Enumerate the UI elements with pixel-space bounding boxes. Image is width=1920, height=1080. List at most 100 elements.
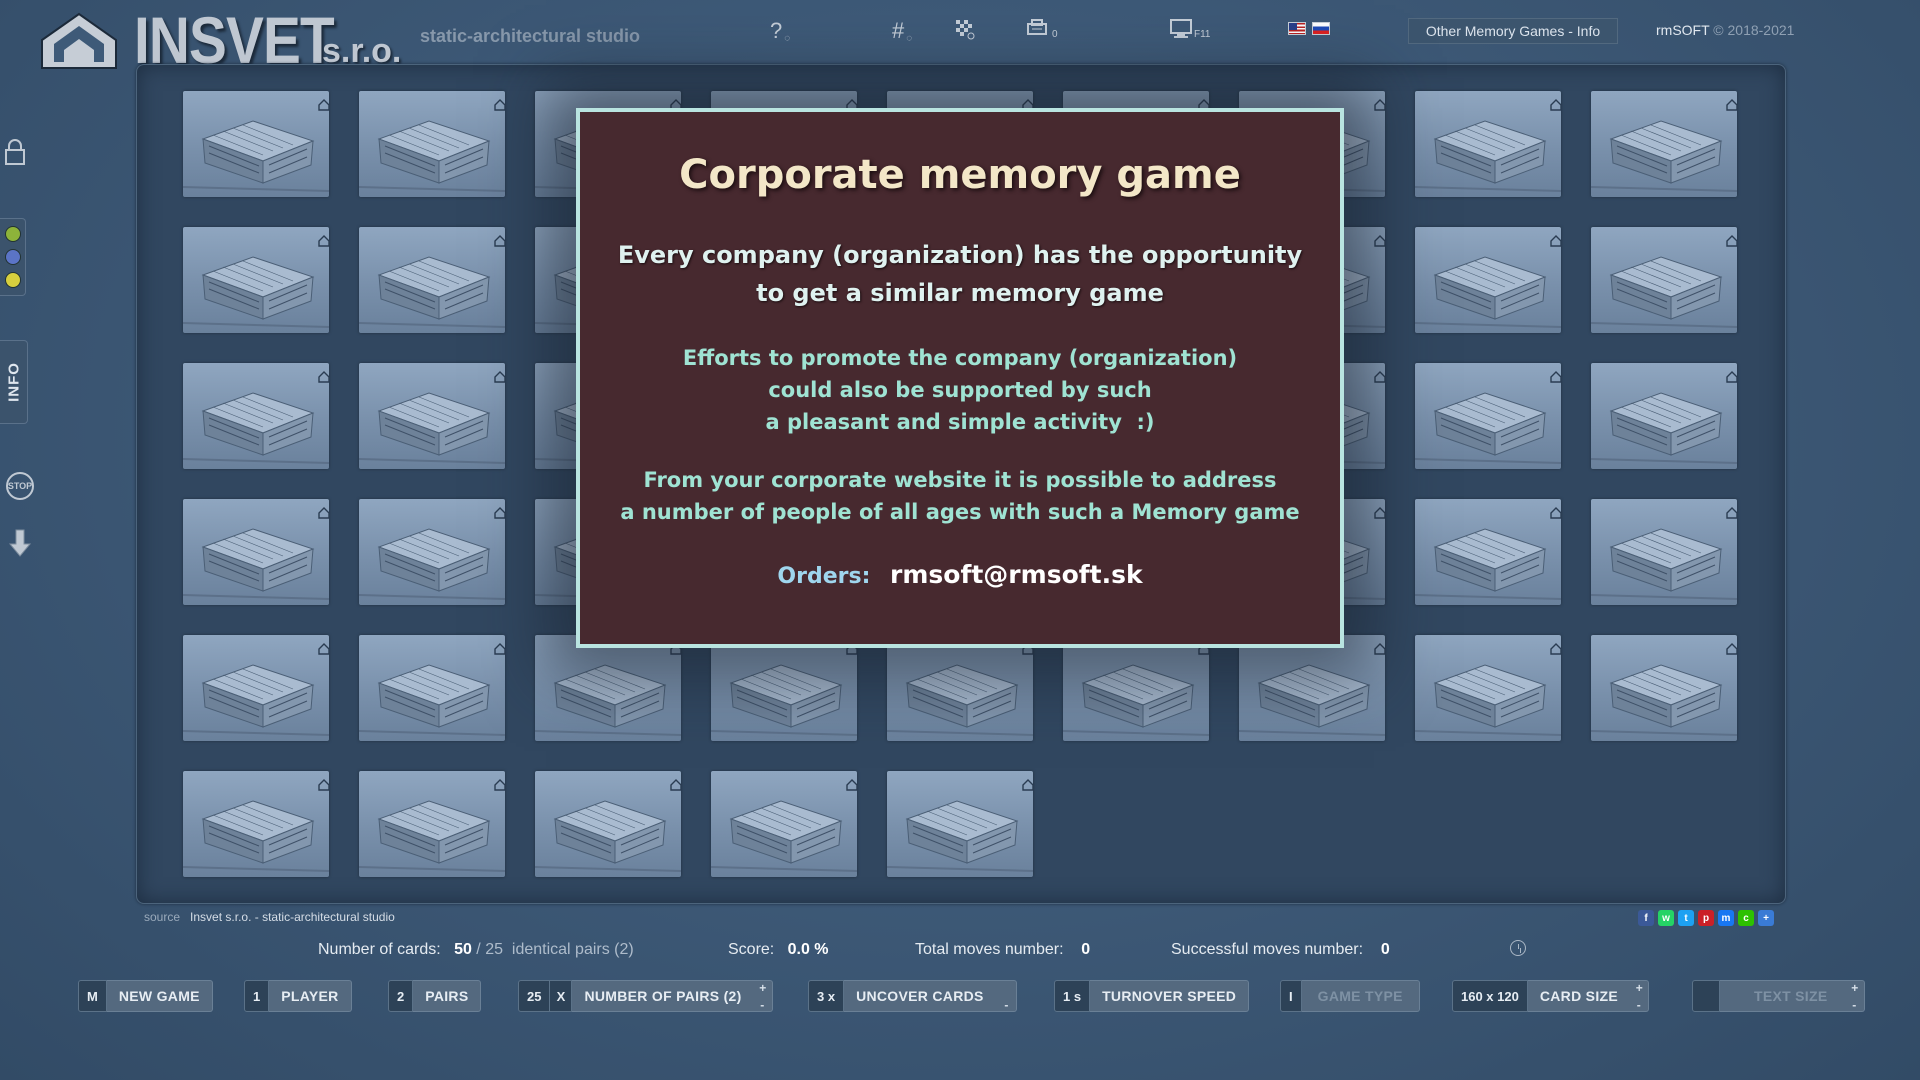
download-arrow-icon[interactable]: [6, 528, 34, 560]
whatsapp-icon[interactable]: w: [1658, 910, 1674, 926]
building-card-image: [359, 779, 505, 872]
building-card-image: [1591, 507, 1737, 600]
printer-badge: 0: [1052, 29, 1058, 40]
fullscreen-badge: F11: [1194, 29, 1211, 40]
successful-moves: Successful moves number: 0: [1171, 941, 1390, 959]
memory-card[interactable]: [359, 363, 505, 469]
source-line: source Insvet s.r.o. - static-architectu…: [144, 910, 395, 924]
info-tab[interactable]: INFO: [0, 340, 28, 424]
memory-card[interactable]: [359, 499, 505, 605]
pattern-icon[interactable]: [954, 18, 976, 40]
memory-card[interactable]: [535, 635, 681, 741]
memory-card[interactable]: [1415, 91, 1561, 197]
memory-card[interactable]: [183, 635, 329, 741]
memory-card[interactable]: [1591, 635, 1737, 741]
info-tab-label: INFO: [5, 362, 22, 402]
memory-card[interactable]: [1415, 499, 1561, 605]
memory-card[interactable]: [359, 635, 505, 741]
increase-button[interactable]: +: [759, 981, 766, 995]
memory-card[interactable]: [183, 91, 329, 197]
memory-card[interactable]: [1063, 635, 1209, 741]
decrease-button[interactable]: -: [1637, 999, 1641, 1011]
cards-label: Number of cards:: [318, 941, 441, 958]
decrease-button[interactable]: -: [1004, 999, 1008, 1011]
fullscreen-icon[interactable]: F11: [1170, 18, 1211, 40]
stop-icon[interactable]: STOP: [6, 472, 34, 500]
memory-card[interactable]: [183, 771, 329, 877]
uncover-cards-control[interactable]: 3 x UNCOVER CARDS -: [808, 980, 1017, 1012]
increase-button[interactable]: +: [1851, 981, 1858, 995]
memory-card[interactable]: [1415, 227, 1561, 333]
building-card-image: [359, 371, 505, 464]
increase-button[interactable]: +: [1636, 981, 1643, 995]
memory-card[interactable]: [887, 635, 1033, 741]
building-card-image: [535, 643, 681, 736]
turnover-speed-key: 1 s: [1054, 980, 1091, 1012]
memory-card[interactable]: [1591, 227, 1737, 333]
decrease-button[interactable]: -: [760, 999, 764, 1011]
memory-card[interactable]: [183, 363, 329, 469]
english-flag-icon[interactable]: [1288, 22, 1306, 35]
logo[interactable]: INSVET: [36, 7, 366, 73]
building-card-image: [1415, 507, 1561, 600]
building-card-image: [711, 643, 857, 736]
building-card-image: [711, 779, 857, 872]
memory-card[interactable]: [183, 499, 329, 605]
modal-lead-line: to get a similar memory game: [756, 279, 1164, 307]
memory-card[interactable]: [711, 771, 857, 877]
wechat-icon[interactable]: c: [1738, 910, 1754, 926]
turnover-speed-control[interactable]: 1 s TURNOVER SPEED: [1054, 980, 1250, 1012]
help-icon[interactable]: ? ◌: [770, 18, 790, 44]
card-size-control[interactable]: 160 x 120 CARD SIZE + -: [1452, 980, 1649, 1012]
building-card-image: [887, 779, 1033, 872]
share-plus-icon[interactable]: +: [1758, 910, 1774, 926]
memory-card[interactable]: [359, 91, 505, 197]
new-game-key: M: [78, 980, 107, 1012]
blue-color-dot[interactable]: [4, 249, 21, 265]
building-card-image: [359, 643, 505, 736]
other-games-button[interactable]: Other Memory Games - Info: [1408, 18, 1618, 44]
building-card-image: [1415, 371, 1561, 464]
memory-card[interactable]: [1591, 499, 1737, 605]
color-selector: [0, 218, 26, 296]
pairs-button[interactable]: 2 PAIRS: [388, 980, 482, 1012]
memory-card[interactable]: [359, 227, 505, 333]
memory-card[interactable]: [1591, 363, 1737, 469]
twitter-icon[interactable]: t: [1678, 910, 1694, 926]
orders-email-link[interactable]: rmsoft@rmsoft.sk: [890, 560, 1143, 589]
card-size-label: CARD SIZE + -: [1527, 980, 1649, 1012]
memory-card[interactable]: [1415, 363, 1561, 469]
source-value[interactable]: Insvet s.r.o. - static-architectural stu…: [190, 910, 395, 924]
building-card-image: [183, 235, 329, 328]
yellow-color-dot[interactable]: [4, 272, 21, 288]
text-size-control[interactable]: TEXT SIZE + -: [1692, 980, 1865, 1012]
corporate-info-modal[interactable]: Corporate memory game Every company (org…: [576, 108, 1344, 648]
grid-number-icon[interactable]: # ◌: [892, 18, 912, 44]
memory-card[interactable]: [535, 771, 681, 877]
lock-icon[interactable]: [4, 138, 26, 166]
decrease-button[interactable]: -: [1852, 999, 1856, 1011]
memory-card[interactable]: [183, 227, 329, 333]
facebook-icon[interactable]: f: [1638, 910, 1654, 926]
memory-card[interactable]: [1415, 635, 1561, 741]
player-button[interactable]: 1 PLAYER: [244, 980, 352, 1012]
building-card-image: [183, 371, 329, 464]
building-card-image: [1591, 643, 1737, 736]
pinterest-icon[interactable]: p: [1698, 910, 1714, 926]
number-of-pairs-control[interactable]: 25 X NUMBER OF PAIRS (2) + -: [518, 980, 773, 1012]
building-card-image: [887, 643, 1033, 736]
modal-title: Corporate memory game: [679, 152, 1241, 198]
memory-card[interactable]: [1239, 635, 1385, 741]
building-card-image: [1591, 235, 1737, 328]
cards-sep: / 25: [471, 941, 503, 958]
memory-card[interactable]: [359, 771, 505, 877]
memory-card[interactable]: [887, 771, 1033, 877]
new-game-button[interactable]: M NEW GAME: [78, 980, 213, 1012]
slovak-flag-icon[interactable]: [1312, 22, 1330, 35]
game-type-control[interactable]: I GAME TYPE: [1280, 980, 1420, 1012]
memory-card[interactable]: [1591, 91, 1737, 197]
memory-card[interactable]: [711, 635, 857, 741]
printer-icon[interactable]: 0: [1026, 18, 1058, 40]
messenger-icon[interactable]: m: [1718, 910, 1734, 926]
green-color-dot[interactable]: [4, 226, 21, 242]
